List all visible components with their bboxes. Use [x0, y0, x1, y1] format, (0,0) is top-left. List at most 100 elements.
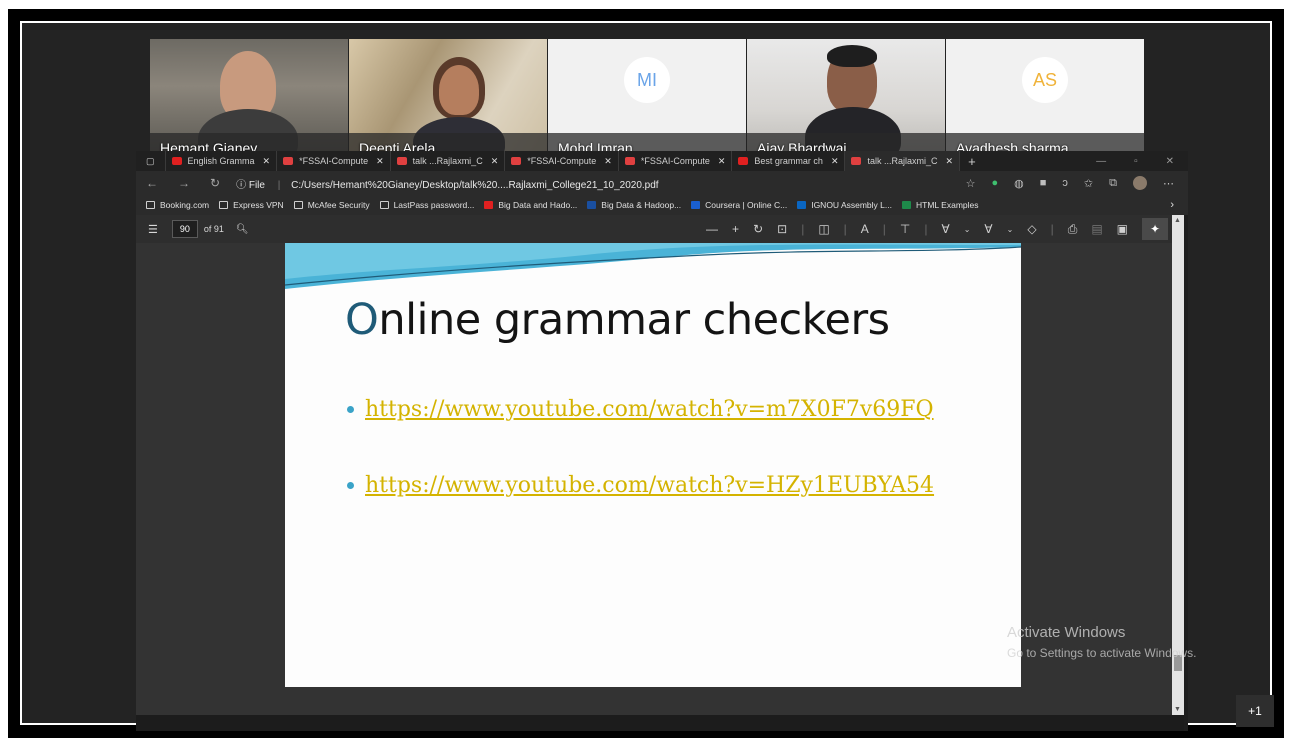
page-view-icon[interactable]: ◫: [818, 222, 829, 236]
bookmark-label: IGNOU Assembly L...: [811, 200, 892, 210]
draw-icon[interactable]: ∀: [942, 222, 950, 236]
bookmark-item[interactable]: Express VPN: [219, 200, 284, 210]
chevron-right-icon[interactable]: ›: [1170, 199, 1174, 211]
extension-icon[interactable]: ■: [1040, 177, 1047, 189]
youtube-link[interactable]: https://www.youtube.com/watch?v=HZy1EUBY…: [365, 473, 934, 498]
divider: |: [1050, 222, 1054, 236]
new-tab-icon[interactable]: +: [968, 154, 976, 169]
browser-tab[interactable]: English Gramma ✕: [166, 151, 278, 171]
participant-tile[interactable]: Deepti Arela: [349, 39, 547, 157]
bookmark-label: Big Data and Hado...: [498, 200, 578, 210]
bookmark-item[interactable]: Big Data & Hadoop...: [587, 200, 681, 210]
eraser-icon[interactable]: ◇: [1027, 222, 1036, 236]
participant-tile[interactable]: AS Avadhesh sharma: [946, 39, 1144, 157]
divider: |: [801, 222, 805, 236]
scroll-up-icon[interactable]: ▲: [1174, 217, 1181, 224]
page-icon: [379, 201, 389, 209]
bookmark-item[interactable]: LastPass password...: [379, 200, 474, 210]
participant-tile[interactable]: MI Mohd Imran: [548, 39, 746, 157]
refresh-icon[interactable]: ↻: [210, 176, 220, 190]
url-field[interactable]: ⓘ File | C:/Users/Hemant%20Gianey/Deskto…: [236, 176, 659, 191]
read-aloud-icon[interactable]: A: [861, 222, 869, 236]
activate-windows-subtitle: Go to Settings to activate Windows.: [1007, 646, 1197, 660]
extension-icon[interactable]: ↄ: [1062, 177, 1068, 189]
browser-tab[interactable]: *FSSAI-Compute ✕: [505, 151, 619, 171]
bookmark-item[interactable]: HTML Examples: [901, 200, 979, 210]
zoom-in-icon[interactable]: +: [732, 222, 739, 236]
save-icon[interactable]: ▤: [1091, 222, 1102, 236]
search-icon[interactable]: 🔍︎: [236, 224, 249, 235]
highlight-icon[interactable]: ∀: [984, 222, 992, 236]
bookmark-item[interactable]: Big Data and Hado...: [484, 200, 577, 210]
add-text-icon[interactable]: ⊤: [900, 222, 910, 236]
read-aloud-icon[interactable]: ☆: [966, 177, 976, 190]
close-icon[interactable]: ✕: [604, 156, 612, 167]
bookmark-item[interactable]: Coursera | Online C...: [691, 200, 787, 210]
more-options-icon[interactable]: ⋯: [1163, 177, 1174, 190]
info-icon[interactable]: ⓘ File: [236, 180, 265, 191]
bullet-icon: [347, 482, 354, 489]
url-scheme-label: File: [248, 179, 265, 191]
slide-wave-decoration: [285, 243, 1021, 289]
bookmark-item[interactable]: McAfee Security: [293, 200, 370, 210]
youtube-link[interactable]: https://www.youtube.com/watch?v=m7X0F7v6…: [365, 397, 934, 422]
fit-page-icon[interactable]: ⊡: [777, 222, 787, 236]
contents-icon[interactable]: ☰: [148, 223, 158, 236]
page-icon: [587, 201, 597, 209]
close-icon[interactable]: ✕: [718, 156, 726, 167]
restore-icon[interactable]: ▫: [1134, 156, 1138, 167]
divider: |: [843, 222, 847, 236]
print-icon[interactable]: ⎙: [1068, 222, 1078, 237]
close-icon[interactable]: ✕: [491, 156, 499, 167]
linkedin-icon: [797, 201, 807, 209]
more-participants-button[interactable]: +1: [1236, 695, 1274, 727]
bookmark-label: Big Data & Hadoop...: [601, 200, 682, 210]
extension-icon[interactable]: ●: [992, 177, 999, 189]
pdf-tools: — + ↻ ⊡ | ◫ | A | ⊤ | ∀ ⌄ ∀ ⌄ ◇ | ⎙ ▤ ▣ …: [706, 218, 1168, 240]
page-number-input[interactable]: 90: [171, 220, 198, 238]
chevron-down-icon[interactable]: ⌄: [964, 225, 971, 234]
close-window-icon[interactable]: ✕: [1166, 156, 1174, 167]
collections-icon[interactable]: ⧉: [1109, 177, 1117, 190]
pdf-scrollbar[interactable]: ▲ ▼: [1172, 215, 1184, 715]
profile-avatar-icon[interactable]: [1133, 176, 1147, 190]
browser-tab[interactable]: Best grammar ch ✕: [732, 151, 846, 171]
pdf-page: Online grammar checkers https://www.yout…: [285, 243, 1021, 687]
browser-tab[interactable]: talk ...Rajlaxmi_C ✕: [391, 151, 506, 171]
bookmark-item[interactable]: IGNOU Assembly L...: [797, 200, 892, 210]
tab-label: *FSSAI-Compute: [299, 156, 369, 166]
bookmark-label: Coursera | Online C...: [705, 200, 788, 210]
bookmark-item[interactable]: Booking.com: [146, 200, 209, 210]
close-icon[interactable]: ✕: [946, 156, 954, 167]
tab-label: talk ...Rajlaxmi_C: [412, 156, 483, 166]
back-icon[interactable]: ←: [146, 176, 158, 190]
address-bar-actions: ☆ ● ◍ ■ ↄ ✩ ⧉ ⋯: [966, 176, 1174, 190]
browser-tab[interactable]: *FSSAI-Compute ✕: [277, 151, 391, 171]
minimize-icon[interactable]: —: [1096, 156, 1106, 167]
chevron-down-icon[interactable]: ⌄: [1007, 225, 1014, 234]
browser-tab-active[interactable]: talk ...Rajlaxmi_C ✕: [845, 151, 961, 171]
zoom-out-icon[interactable]: —: [706, 222, 718, 236]
rotate-icon[interactable]: ↻: [753, 222, 763, 236]
close-icon[interactable]: ✕: [831, 156, 839, 167]
scroll-down-icon[interactable]: ▼: [1174, 706, 1181, 713]
browser-tab[interactable]: *FSSAI-Compute ✕: [619, 151, 733, 171]
participant-tile[interactable]: Ajay Bhardwaj: [747, 39, 945, 157]
pin-icon[interactable]: ✦: [1142, 218, 1168, 240]
divider: |: [882, 222, 886, 236]
favorites-icon[interactable]: ✩: [1084, 177, 1093, 190]
bookmark-label: Booking.com: [160, 200, 210, 210]
bullet-icon: [347, 406, 354, 413]
extension-icon[interactable]: ◍: [1014, 177, 1024, 190]
pdf-icon: [511, 157, 522, 165]
forward-icon[interactable]: →: [178, 176, 190, 190]
tab-actions-button[interactable]: ▢: [136, 151, 166, 171]
close-icon[interactable]: ✕: [263, 156, 271, 167]
tab-label: English Gramma: [187, 156, 255, 166]
participant-tile[interactable]: Hemant Gianey: [150, 39, 348, 157]
page-icon: [219, 201, 229, 209]
close-icon[interactable]: ✕: [376, 156, 384, 167]
save-as-icon[interactable]: ▣: [1117, 222, 1128, 236]
pdf-viewer[interactable]: Online grammar checkers https://www.yout…: [136, 243, 1172, 715]
url-path: C:/Users/Hemant%20Gianey/Desktop/talk%20…: [291, 179, 659, 191]
